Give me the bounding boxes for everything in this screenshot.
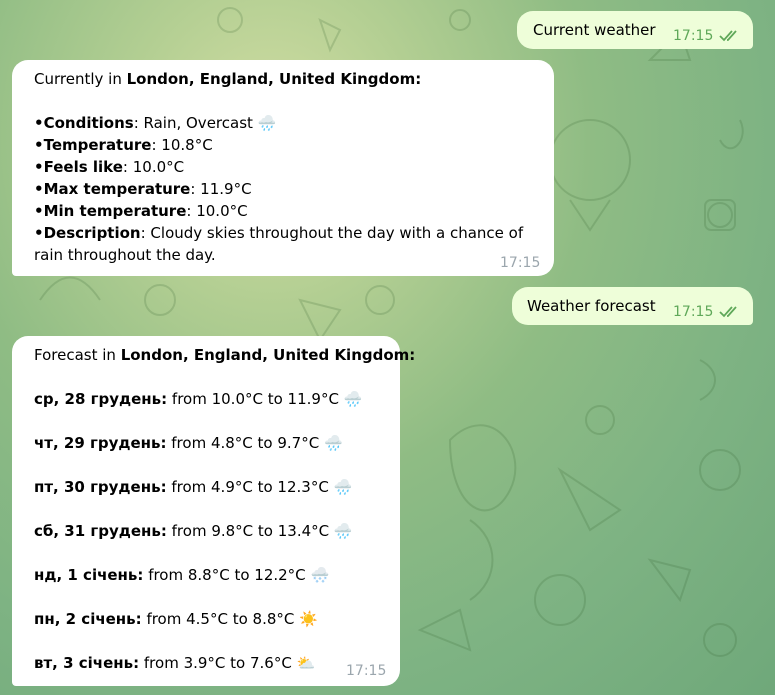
message-text: Current weather xyxy=(533,21,656,39)
feels-like-row: •Feels like: 10.0°C xyxy=(34,158,185,176)
forecast-day-row: чт, 29 грудень: from 4.8°C to 9.7°C 🌧️ xyxy=(34,434,343,452)
snow-cloud-icon: 🌨️ xyxy=(310,566,330,584)
location-name: London, England, United Kingdom: xyxy=(120,346,416,364)
location-name: London, England, United Kingdom: xyxy=(126,70,422,88)
message-current-weather-reply[interactable]: Currently in London, England, United Kin… xyxy=(12,60,554,276)
reply-header: Currently in London, England, United Kin… xyxy=(34,70,422,88)
forecast-day-row: нд, 1 січень: from 8.8°C to 12.2°C 🌨️ xyxy=(34,566,330,584)
rain-cloud-icon: 🌧️ xyxy=(323,434,343,452)
forecast-day-row: пт, 30 грудень: from 4.9°C to 12.3°C 🌧️ xyxy=(34,478,353,496)
condition-row: •Conditions: Rain, Overcast 🌧️ xyxy=(34,114,277,132)
message-time: 17:15 xyxy=(673,28,714,44)
rain-cloud-icon: 🌧️ xyxy=(343,390,363,408)
message-current-weather-command[interactable]: Current weather 17:15 xyxy=(517,11,753,49)
temperature-row: •Temperature: 10.8°C xyxy=(34,136,213,154)
message-weather-forecast-command[interactable]: Weather forecast 17:15 xyxy=(512,287,753,325)
message-time: 17:15 xyxy=(673,304,714,320)
max-temperature-row: •Max temperature: 11.9°C xyxy=(34,180,252,198)
message-meta: 17:15 xyxy=(673,301,741,323)
message-meta: 17:15 xyxy=(673,25,741,47)
description-row: •Description: Cloudy skies throughout th… xyxy=(34,224,524,242)
min-temperature-row: •Min temperature: 10.0°C xyxy=(34,202,248,220)
double-check-icon xyxy=(719,306,738,318)
double-check-icon xyxy=(719,30,738,42)
message-text: Weather forecast xyxy=(527,297,656,315)
forecast-day-row: пн, 2 січень: from 4.5°C to 8.8°C ☀️ xyxy=(34,610,318,628)
message-time: 17:15 xyxy=(346,663,387,679)
message-time: 17:15 xyxy=(500,255,541,271)
sun-behind-cloud-icon: ⛅ xyxy=(296,654,316,672)
message-forecast-reply[interactable]: Forecast in London, England, United King… xyxy=(12,336,415,686)
forecast-day-row: сб, 31 грудень: from 9.8°C to 13.4°C 🌧️ xyxy=(34,522,353,540)
rain-cloud-icon: 🌧️ xyxy=(333,478,353,496)
message-meta: 17:15 xyxy=(500,252,540,274)
message-meta: 17:15 xyxy=(346,660,386,682)
rain-cloud-icon: 🌧️ xyxy=(333,522,353,540)
rain-cloud-icon: 🌧️ xyxy=(257,114,277,132)
sun-icon: ☀️ xyxy=(299,610,318,628)
description-continued: rain throughout the day. xyxy=(34,246,216,264)
forecast-day-row: ср, 28 грудень: from 10.0°C to 11.9°C 🌧️ xyxy=(34,390,363,408)
reply-header: Forecast in London, England, United King… xyxy=(34,346,416,364)
